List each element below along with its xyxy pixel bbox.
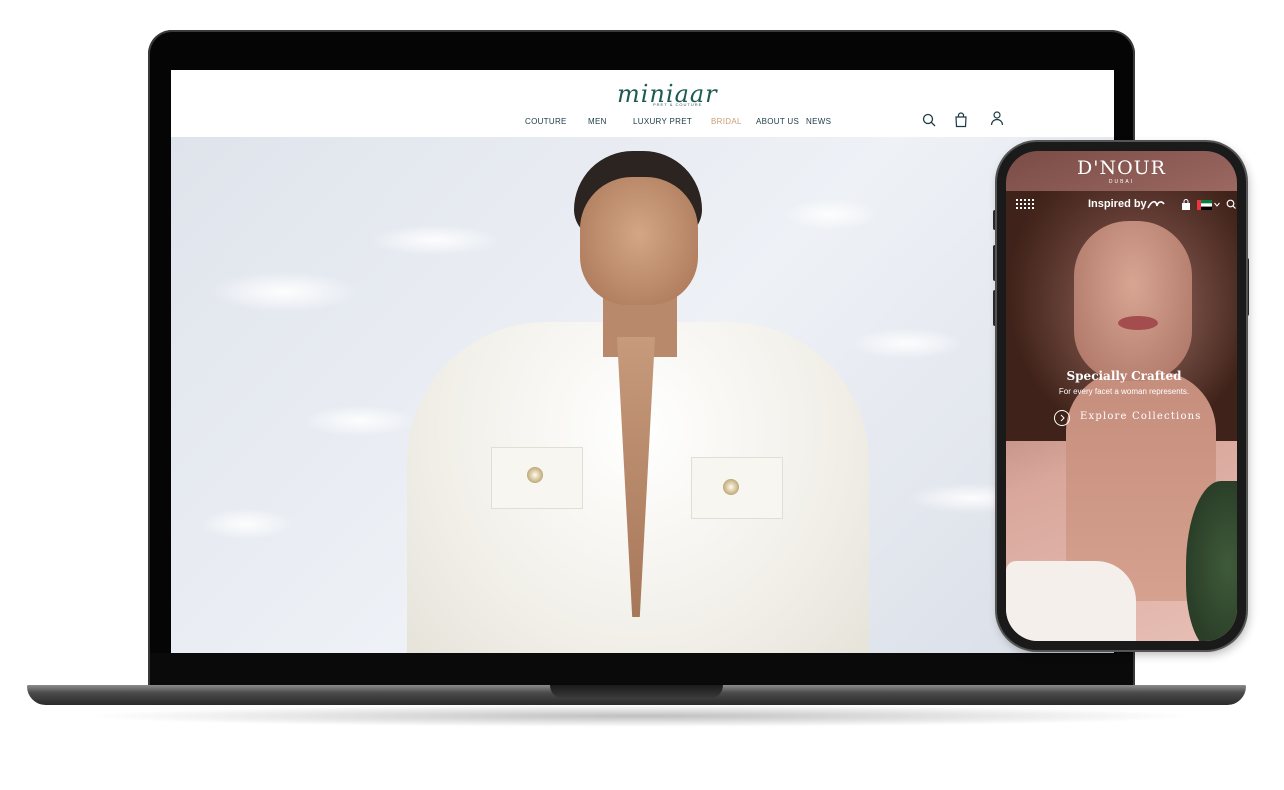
search-icon[interactable] — [921, 112, 937, 128]
nav-item-luxury-pret[interactable]: LUXURY PRET — [633, 117, 692, 126]
uae-flag-icon[interactable] — [1197, 200, 1212, 210]
nav-item-men[interactable]: MEN — [588, 117, 607, 126]
model-face — [1074, 221, 1192, 381]
chevron-down-icon[interactable] — [1214, 202, 1220, 207]
nav-item-about-us[interactable]: ABOUT US — [756, 117, 799, 126]
jacket-button — [723, 479, 739, 495]
phone-screen: D'NOUR DUBAI Inspired by Specially Craft… — [1006, 151, 1237, 641]
laptop-shadow — [80, 705, 1200, 727]
hero-headline: Specially Crafted — [1066, 369, 1182, 383]
hero-image — [171, 137, 1114, 653]
explore-collections-link[interactable]: Explore Collections — [1080, 411, 1202, 422]
hero-subheadline: For every facet a woman represents. — [1058, 387, 1190, 396]
jacket-button — [527, 467, 543, 483]
account-icon[interactable] — [989, 110, 1005, 126]
brand-tagline: PRET & COUTURE — [653, 102, 703, 107]
model-dress — [1006, 561, 1136, 641]
nav-item-bridal[interactable]: BRIDAL — [711, 117, 742, 126]
chevron-right-icon — [1060, 414, 1065, 422]
laptop-chin — [150, 653, 1133, 685]
nav-item-couture[interactable]: COUTURE — [525, 117, 567, 126]
laptop-notch — [550, 685, 723, 699]
nav-item-news[interactable]: NEWS — [806, 117, 831, 126]
menu-grid-icon[interactable] — [1016, 199, 1034, 211]
model-face — [580, 177, 698, 305]
site-header: miniaar PRET & COUTURE COUTURE MEN LUXUR… — [171, 70, 1114, 137]
arrow-circle-icon[interactable] — [1054, 410, 1070, 426]
inspired-by-label: Inspired by — [1088, 198, 1147, 210]
bag-icon[interactable] — [1181, 199, 1191, 211]
model-lips — [1118, 316, 1158, 330]
signature-logo-icon — [1147, 200, 1165, 209]
phone-brand-sub: DUBAI — [1108, 179, 1135, 185]
bag-icon[interactable] — [953, 112, 969, 128]
search-icon[interactable] — [1226, 199, 1236, 209]
laptop-screen: miniaar PRET & COUTURE COUTURE MEN LUXUR… — [171, 70, 1114, 653]
phone-brand-logo[interactable]: D'NOUR — [1006, 157, 1237, 179]
